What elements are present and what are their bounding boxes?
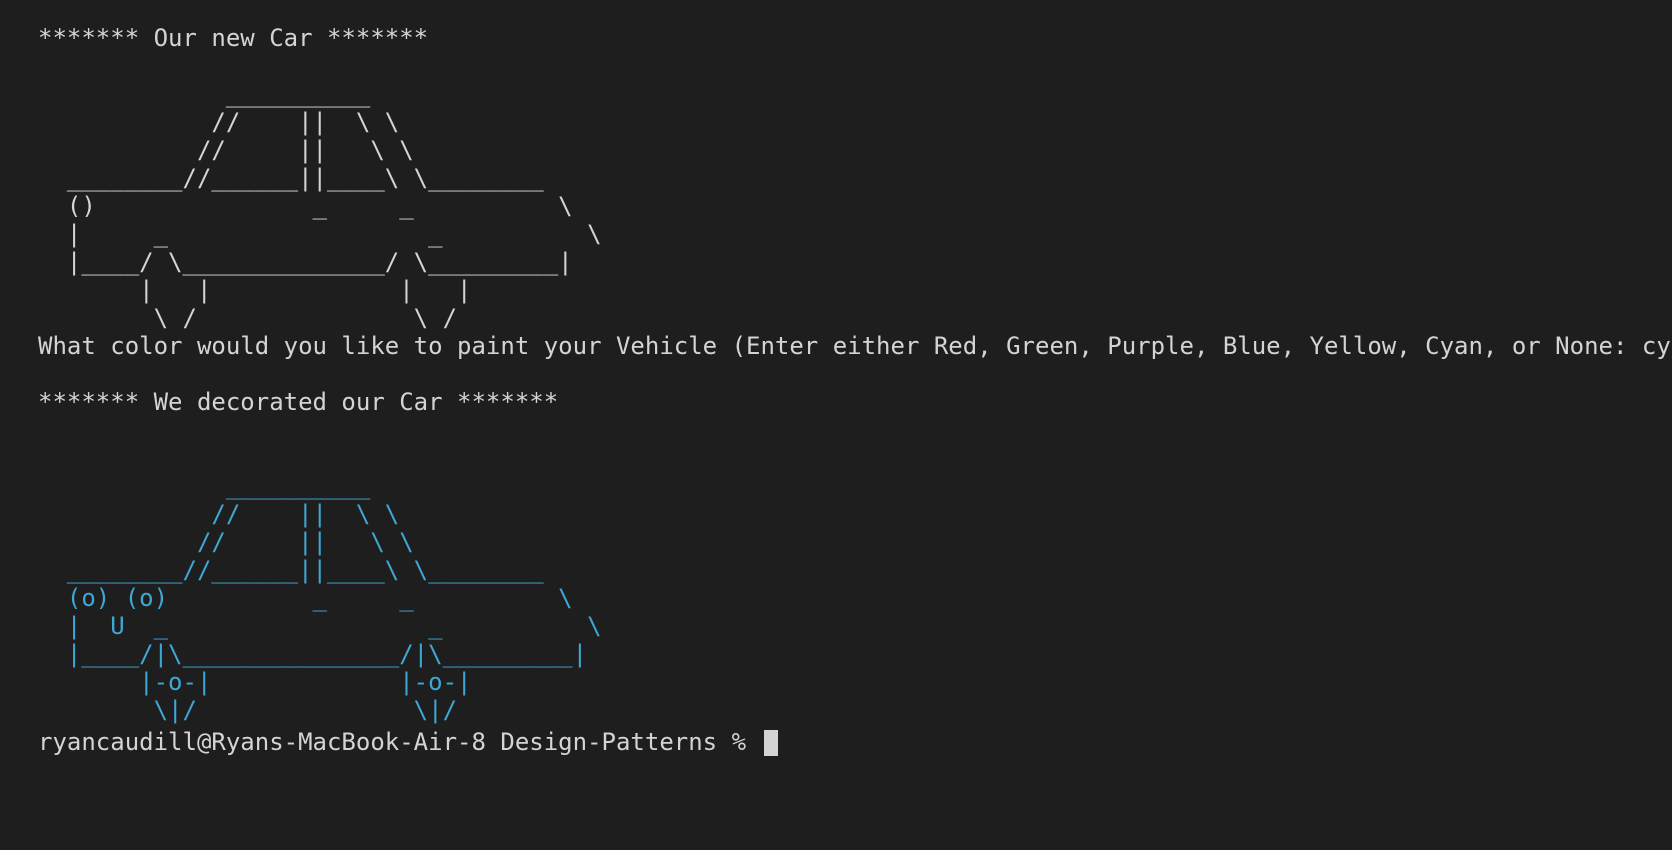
shell-prompt-line[interactable]: ryancaudill@Ryans-MacBook-Air-8 Design-P… — [38, 728, 1672, 756]
decorated-car-ascii-art: __________ // || \ \ // || \ \ ________/… — [66, 472, 602, 724]
new-car-header: ******* Our new Car ******* — [38, 24, 429, 52]
cursor-block — [764, 730, 779, 756]
plain-car-ascii-art: __________ // || \ \ // || \ \ ________/… — [66, 80, 602, 332]
terminal-window[interactable]: ******* Our new Car ******* __________ /… — [0, 0, 1672, 850]
decorated-car-header: ******* We decorated our Car ******* — [38, 388, 559, 416]
shell-prompt: ryancaudill@Ryans-MacBook-Air-8 Design-P… — [38, 728, 747, 756]
color-question-line: What color would you like to paint your … — [38, 332, 1672, 360]
